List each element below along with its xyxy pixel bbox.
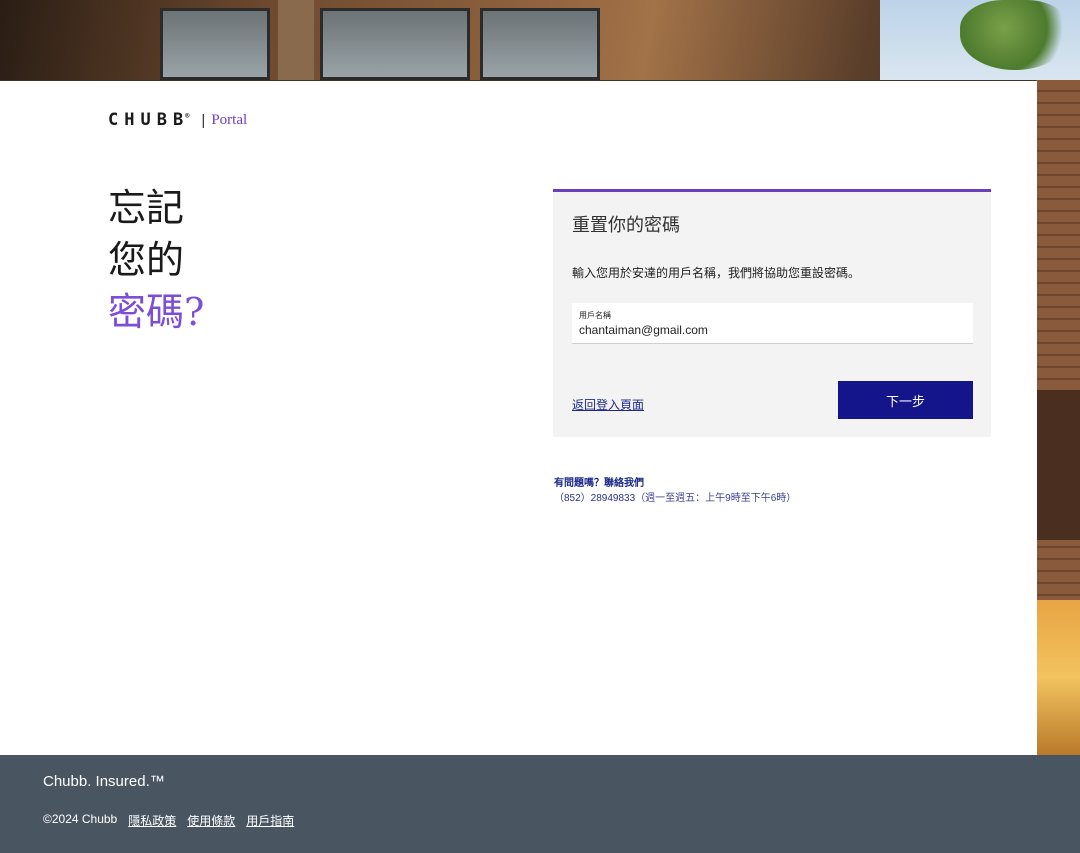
help-phone[interactable]: （852）28949833 (554, 493, 635, 504)
terms-of-use-link[interactable]: 使用條款 (187, 812, 235, 829)
background-beam (278, 0, 314, 80)
background-window (160, 8, 270, 80)
background-wall-light (1036, 600, 1080, 755)
username-label: 用戶名稱 (579, 311, 611, 320)
brand-header: CHUBB® | Portal (108, 110, 247, 130)
footer: Chubb. Insured.™ ©2024 Chubb 隱私政策 使用條款 用… (0, 755, 1080, 853)
username-input[interactable] (579, 323, 959, 337)
user-guide-link[interactable]: 用戶指南 (246, 812, 294, 829)
help-contact-line: （852）28949833（週一至週五：上午9時至下午6時） (554, 491, 796, 506)
footer-tagline: Chubb. Insured.™ (43, 773, 165, 790)
help-section: 有問題嗎？聯絡我們 （852）28949833（週一至週五：上午9時至下午6時） (554, 476, 796, 506)
contact-us-link[interactable]: 有問題嗎？聯絡我們 (554, 476, 796, 491)
footer-links: ©2024 Chubb 隱私政策 使用條款 用戶指南 (43, 812, 294, 829)
back-to-login-link[interactable]: 返回登入頁面 (572, 396, 644, 413)
chubb-logo: CHUBB® (108, 110, 196, 130)
headline-line-3: 密碼? (108, 290, 205, 334)
headline-line-2: 您的 (108, 238, 185, 282)
brand-separator: | (201, 111, 206, 129)
page-headline: 忘記 您的 密碼? (108, 182, 204, 338)
portal-label: Portal (211, 111, 248, 128)
headline-line-1: 忘記 (108, 186, 185, 230)
privacy-policy-link[interactable]: 隱私政策 (128, 812, 176, 829)
panel-description: 輸入您用於安達的用戶名稱，我們將協助您重設密碼。 (572, 266, 861, 280)
help-hours: （週一至週五：上午9時至下午6時） (635, 493, 797, 504)
panel-title: 重置你的密碼 (572, 215, 680, 235)
username-field[interactable]: 用戶名稱 (572, 303, 973, 344)
footer-copyright: ©2024 Chubb (43, 812, 118, 826)
reset-password-panel: 重置你的密碼 輸入您用於安達的用戶名稱，我們將協助您重設密碼。 用戶名稱 返回登… (553, 189, 991, 437)
background-window (320, 8, 470, 80)
background-wall-dark (1036, 390, 1080, 540)
background-window (480, 8, 600, 80)
background-tree (960, 0, 1070, 70)
next-button[interactable]: 下一步 (838, 381, 973, 419)
